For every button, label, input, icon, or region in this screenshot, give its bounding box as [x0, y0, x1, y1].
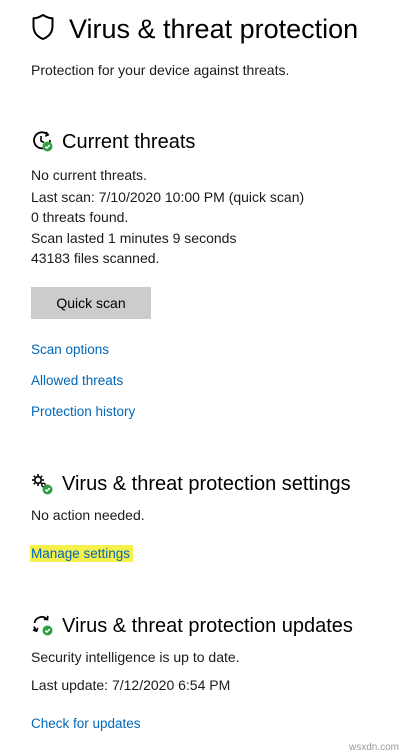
- check-for-updates-link[interactable]: Check for updates: [31, 715, 141, 733]
- files-scanned-line: 43183 files scanned.: [31, 250, 160, 266]
- last-update-line: Last update: 7/12/2020 6:54 PM: [31, 677, 231, 693]
- updates-heading: Virus & threat protection updates: [62, 615, 353, 637]
- manage-settings-label: Manage settings: [30, 545, 134, 562]
- manage-settings-link[interactable]: Manage settings: [30, 545, 134, 563]
- page-title: Virus & threat protection: [69, 14, 359, 44]
- current-threats-heading: Current threats: [62, 131, 196, 153]
- quick-scan-button[interactable]: Quick scan: [31, 287, 151, 319]
- last-scan-line: Last scan: 7/10/2020 10:00 PM (quick sca…: [31, 189, 305, 205]
- refresh-check-icon: [31, 614, 53, 636]
- allowed-threats-link[interactable]: Allowed threats: [31, 372, 123, 390]
- threat-status-line: No current threats.: [31, 167, 147, 183]
- watermark: wsxdn.com: [348, 742, 399, 753]
- settings-status: No action needed.: [31, 507, 145, 523]
- scan-duration-line: Scan lasted 1 minutes 9 seconds: [31, 230, 237, 246]
- scan-options-link[interactable]: Scan options: [31, 341, 109, 359]
- shield-icon: [31, 13, 55, 41]
- page-subtitle: Protection for your device against threa…: [31, 62, 290, 78]
- gears-check-icon: [31, 473, 53, 495]
- scan-clock-check-icon: [31, 130, 53, 152]
- threats-found-line: 0 threats found.: [31, 209, 129, 225]
- settings-heading: Virus & threat protection settings: [62, 473, 351, 495]
- protection-history-link[interactable]: Protection history: [31, 403, 135, 421]
- intelligence-status-line: Security intelligence is up to date.: [31, 649, 240, 665]
